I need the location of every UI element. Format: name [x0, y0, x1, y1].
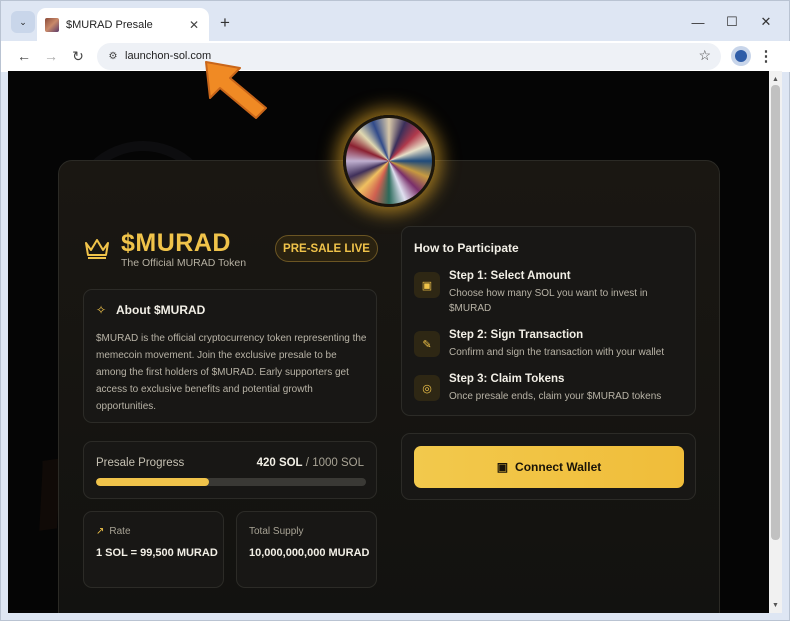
site-info-icon[interactable]: ⚙ [103, 47, 123, 66]
forward-arrow-icon[interactable]: → [40, 45, 62, 67]
sparkle-icon: ✧ [96, 303, 107, 317]
tab-close-icon[interactable]: ✕ [185, 16, 203, 34]
coins-icon: ◎ [414, 375, 440, 401]
rate-label: Rate [109, 526, 131, 537]
brand-subtitle: The Official MURAD Token [121, 257, 247, 269]
step-desc: Confirm and sign the transaction with yo… [449, 347, 665, 358]
active-tab[interactable]: $MURAD Presale ✕ [37, 8, 209, 41]
step-desc: Choose how many SOL you want to invest i… [449, 288, 648, 314]
rate-panel: ↗ Rate 1 SOL = 99,500 MURAD [83, 511, 224, 588]
reload-icon[interactable]: ↻ [67, 45, 89, 67]
menu-dots-icon[interactable]: ⋮ [759, 46, 774, 66]
scroll-up-icon[interactable]: ▲ [769, 73, 782, 85]
progress-label: Presale Progress [96, 457, 185, 469]
step-title: Step 2: Sign Transaction [449, 329, 584, 341]
browser-toolbar: ← → ↻ ⚙ launchon-sol.com ☆ ⋮ [1, 41, 790, 72]
connect-wallet-button[interactable]: ▣ Connect Wallet [414, 446, 684, 488]
about-panel: ✧ About $MURAD $MURAD is the official cr… [83, 289, 377, 423]
tab-search-button[interactable]: ⌄ [11, 11, 35, 33]
new-tab-button[interactable]: + [215, 13, 235, 33]
how-to-panel: How to Participate ▣ Step 1: Select Amou… [401, 226, 696, 416]
wallet-icon: ▣ [414, 272, 440, 298]
how-to-title: How to Participate [414, 241, 519, 255]
favicon-icon [45, 17, 59, 32]
token-logo [343, 115, 435, 207]
supply-panel: Total Supply 10,000,000,000 MURAD [236, 511, 377, 588]
scroll-down-icon[interactable]: ▼ [769, 599, 782, 611]
orange-pointer-arrow-icon [205, 61, 267, 119]
maximize-button[interactable]: ☐ [719, 11, 745, 33]
rate-value: 1 SOL = 99,500 MURAD [96, 547, 218, 559]
connect-panel: ▣ Connect Wallet [401, 433, 696, 500]
trend-up-icon: ↗ [96, 526, 105, 537]
presale-status-badge: PRE-SALE LIVE [275, 235, 378, 262]
progress-goal: 1000 SOL [312, 457, 364, 469]
progress-values: 420 SOL / 1000 SOL [257, 457, 364, 469]
about-text: $MURAD is the official cryptocurrency to… [96, 333, 367, 412]
supply-value: 10,000,000,000 MURAD [249, 547, 370, 559]
brand-title: $MURAD [121, 229, 231, 257]
sign-icon: ✎ [414, 331, 440, 357]
progress-panel: Presale Progress 420 SOL / 1000 SOL [83, 441, 377, 499]
tab-strip: ⌄ $MURAD Presale ✕ + — ☐ ✕ [1, 1, 790, 41]
wallet-icon: ▣ [496, 460, 509, 474]
scroll-thumb[interactable] [771, 85, 780, 540]
page-viewport: risk.com $MURAD The Official MURAD Token… [8, 71, 769, 613]
address-bar[interactable]: ⚙ launchon-sol.com ☆ [97, 43, 721, 70]
progress-separator: / [305, 457, 309, 469]
progress-raised: 420 SOL [256, 457, 303, 469]
supply-label: Total Supply [249, 526, 304, 537]
progress-fill [96, 478, 210, 486]
crown-icon [85, 239, 109, 259]
url-text: launchon-sol.com [125, 50, 212, 62]
back-arrow-icon[interactable]: ← [13, 45, 35, 67]
minimize-button[interactable]: — [685, 11, 711, 33]
step-desc: Once presale ends, claim your $MURAD tok… [449, 391, 662, 402]
profile-avatar-icon[interactable] [731, 46, 751, 66]
step-title: Step 1: Select Amount [449, 270, 571, 282]
step-title: Step 3: Claim Tokens [449, 373, 565, 385]
bookmark-star-icon[interactable]: ☆ [698, 47, 711, 64]
tab-title: $MURAD Presale [66, 18, 153, 31]
close-window-button[interactable]: ✕ [753, 11, 779, 33]
about-title: About $MURAD [116, 303, 206, 317]
progress-track [96, 478, 366, 486]
page-scrollbar[interactable]: ▲ ▼ [769, 71, 782, 613]
connect-wallet-label: Connect Wallet [515, 460, 602, 474]
